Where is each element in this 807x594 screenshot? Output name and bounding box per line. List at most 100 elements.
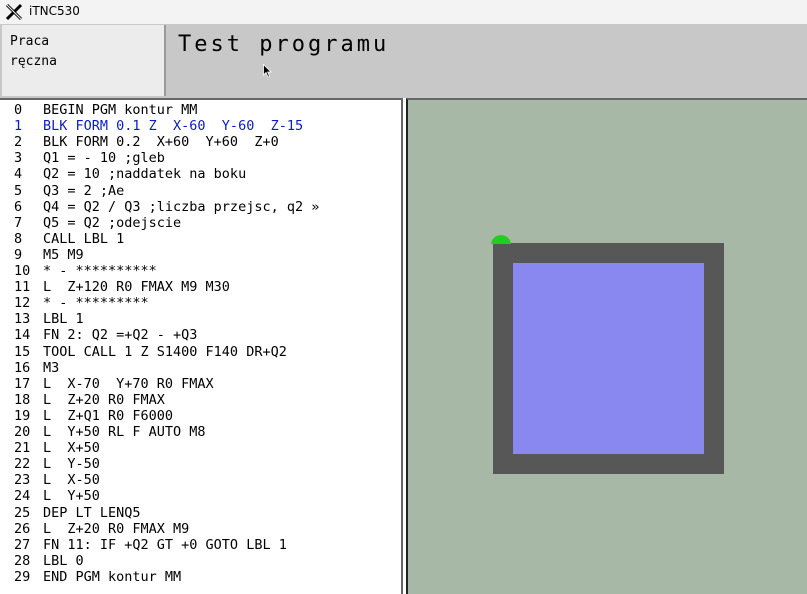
program-line[interactable]: 4 Q2 = 10 ;naddatek na boku	[14, 166, 246, 182]
line-number: 18	[14, 391, 31, 408]
program-line[interactable]: 23 L X-50	[14, 472, 100, 488]
program-line[interactable]: 8 CALL LBL 1	[14, 231, 124, 247]
programming-mode-title: Test programu	[178, 32, 390, 57]
line-number: 2	[14, 134, 23, 151]
line-number: 28	[14, 552, 31, 569]
line-text: Q3 = 2 ;Ae	[43, 182, 125, 199]
line-number: 8	[14, 230, 23, 247]
line-number: 14	[14, 327, 31, 344]
program-line[interactable]: 7 Q5 = Q2 ;odejscie	[14, 215, 181, 231]
program-line[interactable]: 16 M3	[14, 360, 59, 376]
line-text: FN 2: Q2 =+Q2 - +Q3	[43, 327, 198, 344]
x-window-icon	[5, 3, 23, 21]
line-number: 29	[14, 568, 31, 585]
line-text: L Y+50 RL F AUTO M8	[43, 424, 206, 440]
line-number: 27	[14, 536, 31, 553]
program-listing[interactable]: 0 BEGIN PGM kontur MM 1 BLK FORM 0.1 Z X-60…	[0, 98, 403, 594]
line-text: L Z+120 R0 FMAX M9 M30	[43, 279, 230, 296]
program-line[interactable]: 0 BEGIN PGM kontur MM	[14, 102, 197, 118]
window-title: iTNC530	[29, 4, 80, 18]
program-line[interactable]: 18 L Z+20 R0 FMAX	[14, 392, 165, 408]
line-number: 23	[14, 472, 31, 489]
line-text: Q1 = - 10 ;gleb	[43, 150, 165, 167]
program-line[interactable]: 2 BLK FORM 0.2 X+60 Y+60 Z+0	[14, 134, 279, 150]
line-number: 12	[14, 295, 31, 312]
line-text: BLK FORM 0.1 Z X-60 Y-60 Z-15	[43, 118, 304, 135]
line-text: BLK FORM 0.2 X+60 Y+60 Z+0	[43, 134, 279, 151]
line-text: L Z+20 R0 FMAX	[43, 391, 165, 408]
machined-pocket	[513, 263, 704, 454]
program-line[interactable]: 10 * - **********	[14, 263, 157, 279]
line-text: LBL 0	[43, 552, 84, 569]
line-text: M5 M9	[43, 246, 84, 263]
line-number: 3	[14, 150, 23, 167]
line-text: DEP LT LENQ5	[43, 504, 141, 521]
line-number: 20	[14, 424, 31, 440]
line-text: FN 11: IF +Q2 GT +0 GOTO LBL 1	[43, 536, 287, 553]
program-line[interactable]: 24 L Y+50	[14, 488, 100, 504]
program-line[interactable]: 6 Q4 = Q2 / Q3 ;liczba przejsc, q2 »	[14, 199, 319, 215]
program-line[interactable]: 5 Q3 = 2 ;Ae	[14, 183, 124, 199]
program-line[interactable]: 9 M5 M9	[14, 247, 84, 263]
line-number: 16	[14, 359, 31, 376]
line-text: L Z+20 R0 FMAX M9	[43, 520, 190, 537]
program-line[interactable]: 13 LBL 1	[14, 311, 84, 327]
line-number: 22	[14, 456, 31, 473]
line-text: L Z+Q1 R0 F6000	[43, 407, 174, 424]
line-number: 25	[14, 504, 31, 521]
line-text: L X-70 Y+70 R0 FMAX	[43, 375, 214, 392]
program-line[interactable]: 27 FN 11: IF +Q2 GT +0 GOTO LBL 1	[14, 537, 287, 553]
program-line[interactable]: 22 L Y-50	[14, 456, 100, 472]
machine-mode-panel[interactable]: Praca ręczna	[2, 25, 166, 96]
program-line[interactable]: 1 BLK FORM 0.1 Z X-60 Y-60 Z-15	[14, 118, 303, 134]
line-text: * - **********	[43, 263, 157, 279]
program-line[interactable]: 17 L X-70 Y+70 R0 FMAX	[14, 376, 214, 392]
program-line[interactable]: 28 LBL 0	[14, 553, 84, 569]
title-bar[interactable]: iTNC530	[0, 0, 807, 25]
line-text: Q5 = Q2 ;odejscie	[43, 214, 182, 231]
program-line[interactable]: 15 TOOL CALL 1 Z S1400 F140 DR+Q2	[14, 344, 287, 360]
line-number: 10	[14, 263, 31, 279]
program-line[interactable]: 25 DEP LT LENQ5	[14, 505, 141, 521]
line-number: 6	[14, 198, 23, 215]
line-text: M3	[43, 359, 60, 376]
line-number: 21	[14, 440, 31, 457]
line-text: END PGM kontur MM	[43, 568, 182, 585]
line-text: LBL 1	[43, 311, 84, 328]
program-line[interactable]: 14 FN 2: Q2 =+Q2 - +Q3	[14, 327, 197, 343]
line-number: 4	[14, 166, 23, 183]
program-line[interactable]: 20 L Y+50 RL F AUTO M8	[14, 424, 206, 440]
line-number: 24	[14, 488, 31, 505]
test-graphics-view[interactable]	[406, 98, 807, 594]
line-number: 17	[14, 375, 31, 392]
line-text: Q4 = Q2 / Q3 ;liczba przejsc, q2 »	[43, 198, 320, 215]
status-header: Praca ręczna Test programu	[0, 24, 807, 98]
line-number: 19	[14, 407, 31, 424]
line-number: 15	[14, 343, 31, 360]
line-text: CALL LBL 1	[43, 230, 125, 247]
program-line[interactable]: 19 L Z+Q1 R0 F6000	[14, 408, 173, 424]
program-line[interactable]: 29 END PGM kontur MM	[14, 569, 181, 585]
line-text: BEGIN PGM kontur MM	[43, 102, 198, 118]
mode-line-2: ręczna	[10, 54, 57, 69]
line-number: 11	[14, 279, 31, 296]
line-number: 26	[14, 520, 31, 537]
program-line[interactable]: 12 * - *********	[14, 295, 149, 311]
program-line[interactable]: 3 Q1 = - 10 ;gleb	[14, 150, 165, 166]
line-number: 5	[14, 182, 23, 199]
program-line[interactable]: 26 L Z+20 R0 FMAX M9	[14, 521, 189, 537]
line-text: Q2 = 10 ;naddatek na boku	[43, 166, 247, 183]
program-line[interactable]: 11 L Z+120 R0 FMAX M9 M30	[14, 279, 230, 295]
workpiece-blank	[493, 243, 724, 474]
line-number: 9	[14, 246, 23, 263]
mode-line-1: Praca	[10, 34, 50, 49]
mouse-pointer-icon	[263, 64, 272, 78]
line-text: L X+50	[43, 440, 100, 457]
line-text: * - *********	[43, 295, 149, 312]
machine-mode-label: Praca ręczna	[10, 32, 57, 72]
line-text: TOOL CALL 1 Z S1400 F140 DR+Q2	[43, 343, 287, 360]
line-number: 0	[14, 102, 23, 118]
line-number: 1	[14, 118, 23, 135]
line-text: L Y+50	[43, 488, 100, 505]
program-line[interactable]: 21 L X+50	[14, 440, 100, 456]
